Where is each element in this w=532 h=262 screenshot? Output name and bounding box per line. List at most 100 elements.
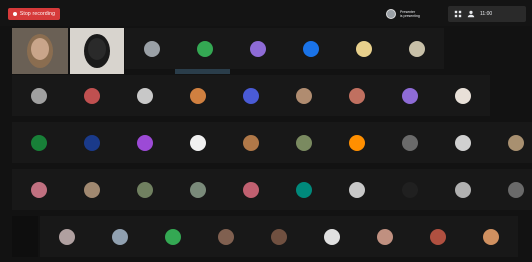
- participant-tile[interactable]: [171, 122, 225, 163]
- participant-tile[interactable]: [118, 75, 172, 116]
- participant-tile[interactable]: [65, 122, 119, 163]
- avatar: [31, 181, 47, 198]
- avatar: [218, 228, 234, 245]
- avatar: [31, 134, 47, 151]
- participant-tile[interactable]: [199, 216, 253, 257]
- avatar: [137, 181, 153, 198]
- participant-tile[interactable]: [12, 122, 66, 163]
- record-button[interactable]: Stop recording: [8, 8, 60, 20]
- avatar: [190, 87, 206, 104]
- avatar: [402, 134, 418, 151]
- people-icon[interactable]: [467, 10, 475, 18]
- meeting-toolbar: Stop recording Presenter is presenting 1…: [0, 0, 532, 26]
- presenter-info: Presenter is presenting: [400, 10, 430, 18]
- participant-tile[interactable]: [224, 75, 278, 116]
- participant-tile[interactable]: [277, 169, 331, 210]
- avatar: [402, 87, 418, 104]
- participant-tile[interactable]: [231, 28, 285, 69]
- participant-tile[interactable]: [411, 216, 465, 257]
- participant-video-tile[interactable]: [70, 28, 124, 74]
- participant-tile[interactable]: [171, 75, 225, 116]
- participant-tile[interactable]: [383, 75, 437, 116]
- participant-tile[interactable]: [125, 28, 179, 69]
- avatar: [455, 87, 471, 104]
- participant-tile[interactable]: [337, 28, 391, 69]
- avatar: [377, 228, 393, 245]
- avatar: [112, 228, 128, 245]
- participant-tile[interactable]: [118, 122, 172, 163]
- avatar: [409, 40, 425, 57]
- participant-tile[interactable]: [390, 28, 444, 69]
- participant-tile[interactable]: [489, 169, 532, 210]
- presenter-status: is presenting: [400, 14, 420, 18]
- participant-face: [88, 38, 106, 60]
- avatar: [243, 87, 259, 104]
- avatar: [250, 40, 266, 57]
- avatar: [508, 181, 524, 198]
- avatar: [296, 181, 312, 198]
- avatar: [386, 9, 396, 19]
- avatar: [190, 134, 206, 151]
- participant-tile[interactable]: [383, 122, 437, 163]
- participant-tile[interactable]: [277, 122, 331, 163]
- participant-tile[interactable]: [489, 122, 532, 163]
- participant-tile[interactable]: [330, 169, 384, 210]
- avatar: [349, 87, 365, 104]
- participant-tile[interactable]: [358, 216, 412, 257]
- participant-tile[interactable]: [146, 216, 200, 257]
- participant-tile[interactable]: [436, 75, 490, 116]
- avatar: [349, 181, 365, 198]
- avatar: [430, 228, 446, 245]
- participant-video-tile[interactable]: [12, 28, 68, 74]
- avatar: [455, 181, 471, 198]
- participant-tile[interactable]: [464, 216, 518, 257]
- participant-tile[interactable]: [178, 28, 232, 69]
- participant-tile[interactable]: [277, 75, 331, 116]
- participant-tile[interactable]: [118, 169, 172, 210]
- participant-tile[interactable]: [383, 169, 437, 210]
- participant-tile[interactable]: [436, 122, 490, 163]
- avatar: [243, 134, 259, 151]
- participant-tile[interactable]: [305, 216, 359, 257]
- participant-tile[interactable]: [65, 75, 119, 116]
- record-label: Stop recording: [19, 11, 56, 17]
- participant-tile[interactable]: [12, 75, 66, 116]
- participant-tile[interactable]: [171, 169, 225, 210]
- meeting-controls: 11:00: [448, 6, 526, 22]
- avatar: [356, 40, 372, 57]
- participant-tile[interactable]: [93, 216, 147, 257]
- participant-tile[interactable]: [436, 169, 490, 210]
- participant-tile[interactable]: [65, 169, 119, 210]
- grid-edge-shade: [12, 216, 38, 257]
- participant-tile[interactable]: [224, 169, 278, 210]
- avatar: [190, 181, 206, 198]
- participant-tile[interactable]: [284, 28, 338, 69]
- avatar: [84, 181, 100, 198]
- presenter-badge[interactable]: Presenter is presenting: [386, 7, 430, 21]
- participant-tile[interactable]: [12, 169, 66, 210]
- avatar: [303, 40, 319, 57]
- participant-tile[interactable]: [40, 216, 94, 257]
- avatar: [324, 228, 340, 245]
- avatar: [508, 134, 524, 151]
- meeting-time: 11:00: [480, 11, 493, 17]
- avatar: [165, 228, 181, 245]
- avatar: [144, 40, 160, 57]
- grid-layout-icon[interactable]: [454, 10, 462, 18]
- avatar: [402, 181, 418, 198]
- avatar: [243, 181, 259, 198]
- participant-tile[interactable]: [330, 75, 384, 116]
- participant-tile[interactable]: [330, 122, 384, 163]
- record-icon: [12, 12, 17, 16]
- avatar: [59, 228, 75, 245]
- avatar: [137, 134, 153, 151]
- avatar: [197, 40, 213, 57]
- participant-tile[interactable]: [224, 122, 278, 163]
- avatar: [31, 87, 47, 104]
- avatar: [84, 134, 100, 151]
- participant-grid: [0, 26, 532, 262]
- avatar: [271, 228, 287, 245]
- participant-tile[interactable]: [252, 216, 306, 257]
- avatar: [296, 134, 312, 151]
- avatar: [84, 87, 100, 104]
